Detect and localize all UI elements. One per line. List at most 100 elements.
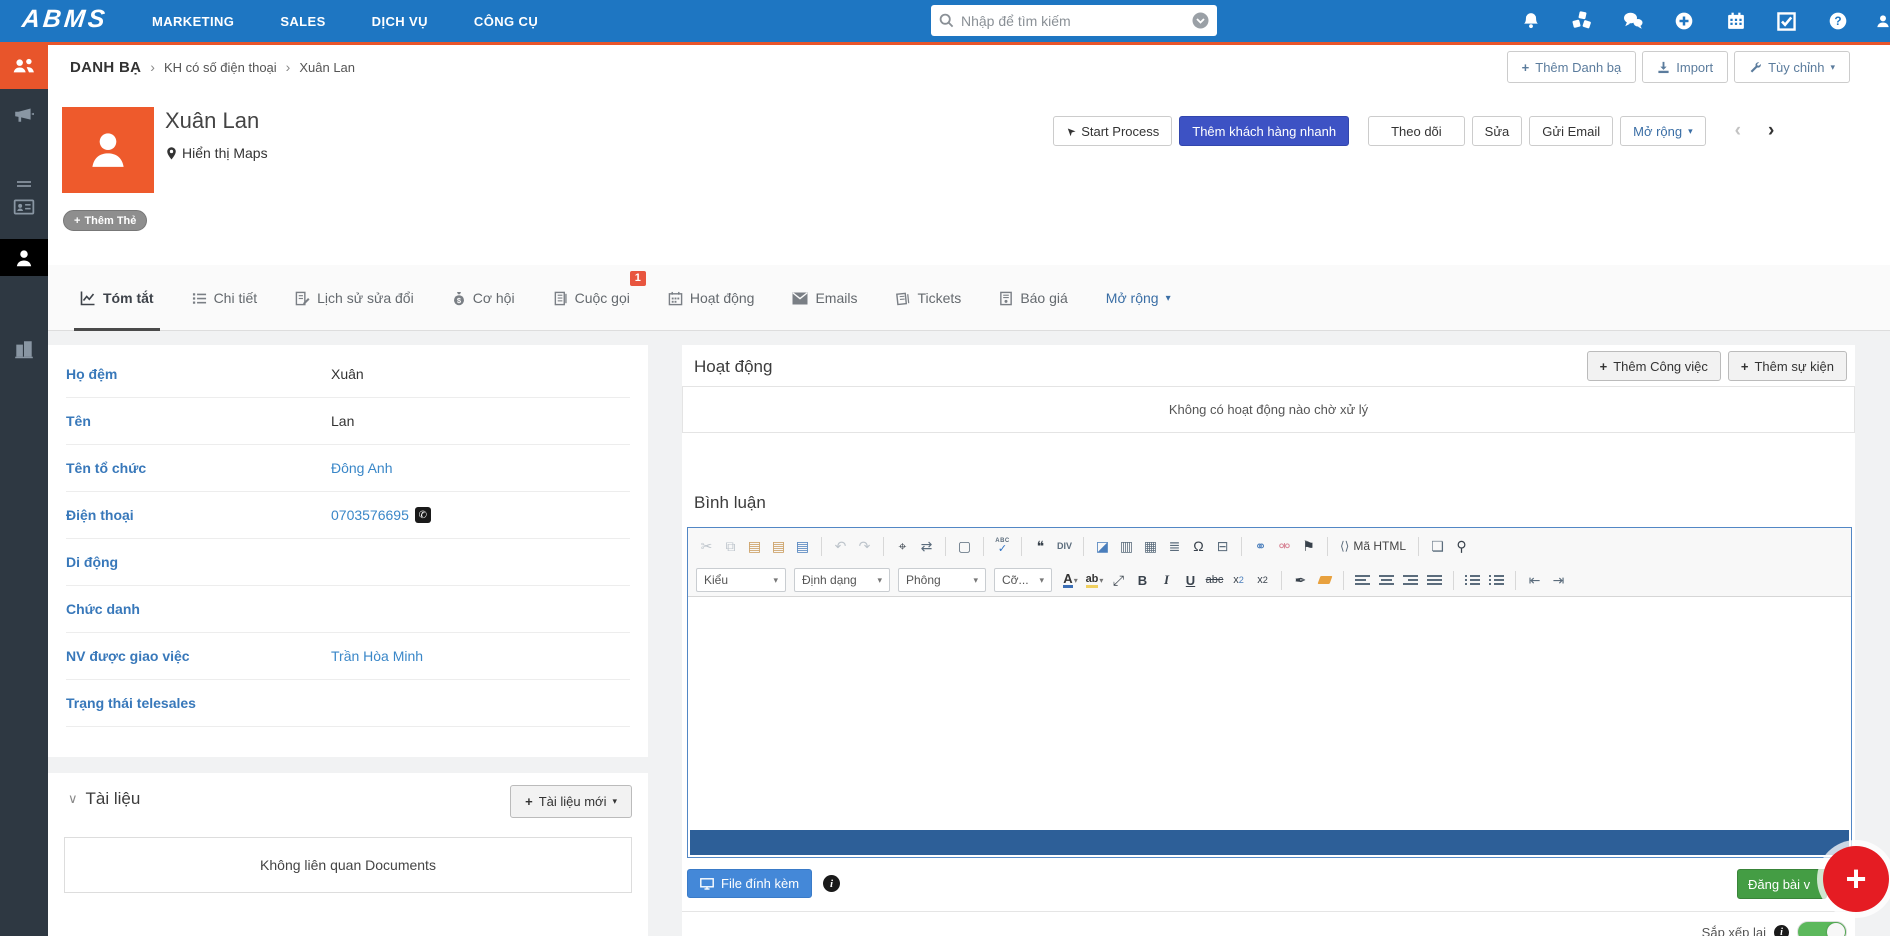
tab-cuoc-goi[interactable]: Cuộc gọi 1: [553, 265, 630, 331]
format-painter-icon[interactable]: ✒: [1290, 569, 1311, 591]
previous-record-button[interactable]: ‹: [1725, 120, 1751, 142]
bell-icon[interactable]: [1518, 8, 1544, 34]
style-dropdown[interactable]: Kiểu▾: [696, 568, 786, 592]
superscript-icon[interactable]: x2: [1252, 569, 1273, 591]
templates-icon[interactable]: ❏: [1427, 535, 1448, 557]
select-all-icon[interactable]: ▢: [954, 535, 975, 557]
tab-hoat-dong[interactable]: Hoạt động: [668, 265, 755, 331]
phone-link[interactable]: 0703576695: [331, 507, 409, 523]
send-email-button[interactable]: Gửi Email: [1529, 116, 1613, 146]
add-event-button[interactable]: + Thêm sự kiện: [1728, 351, 1847, 381]
link-icon[interactable]: ⚭: [1250, 535, 1271, 557]
menu-dich-vu[interactable]: DỊCH VỤ: [372, 14, 428, 29]
tasks-check-icon[interactable]: [1774, 8, 1800, 34]
strikethrough-icon[interactable]: abc: [1204, 569, 1225, 591]
italic-icon[interactable]: I: [1156, 569, 1177, 591]
iframe-icon[interactable]: ▥: [1116, 535, 1137, 557]
organization-link[interactable]: Đông Anh: [331, 460, 393, 476]
menu-cong-cu[interactable]: CÔNG CỤ: [474, 14, 538, 29]
tab-mo-rong[interactable]: Mở rộng ▾: [1106, 265, 1171, 331]
preview-icon[interactable]: ⚲: [1451, 535, 1472, 557]
tab-emails[interactable]: Emails: [792, 265, 857, 331]
spellcheck-icon[interactable]: ABC✓: [992, 535, 1013, 557]
search-scope-chevron-icon[interactable]: [1192, 12, 1209, 29]
copy-icon[interactable]: ⧉: [720, 535, 741, 557]
apps-cubes-icon[interactable]: [1569, 8, 1595, 34]
div-container-icon[interactable]: DIV: [1054, 535, 1075, 557]
remove-format-icon[interactable]: [1314, 569, 1335, 591]
page-break-icon[interactable]: ⊟: [1212, 535, 1233, 557]
floating-add-button[interactable]: +: [1823, 846, 1889, 912]
redo-icon[interactable]: ↷: [854, 535, 875, 557]
comment-textarea[interactable]: [688, 597, 1851, 828]
tab-tickets[interactable]: Tickets: [895, 265, 961, 331]
assignee-link[interactable]: Trần Hòa Minh: [331, 648, 423, 664]
indent-icon[interactable]: ⇥: [1548, 569, 1569, 591]
align-center-icon[interactable]: [1376, 569, 1397, 591]
paste-from-word-icon[interactable]: ▤: [792, 535, 813, 557]
breadcrumb-item-record[interactable]: Xuân Lan: [299, 60, 355, 75]
image-icon[interactable]: ◪: [1092, 535, 1113, 557]
tab-bao-gia[interactable]: Báo giá: [999, 265, 1067, 331]
bold-icon[interactable]: B: [1132, 569, 1153, 591]
menu-marketing[interactable]: MARKETING: [152, 14, 234, 29]
add-contact-button[interactable]: + Thêm Danh bạ: [1507, 51, 1637, 83]
chat-icon[interactable]: [1620, 8, 1646, 34]
add-document-button[interactable]: + Tài liệu mới ▾: [510, 785, 632, 818]
tab-chi-tiet[interactable]: Chi tiết: [192, 265, 258, 331]
anchor-flag-icon[interactable]: ⚑: [1298, 535, 1319, 557]
special-char-icon[interactable]: Ω: [1188, 535, 1209, 557]
background-color-icon[interactable]: ab▾: [1084, 569, 1105, 591]
menu-sales[interactable]: SALES: [280, 14, 325, 29]
import-button[interactable]: Import: [1642, 51, 1728, 83]
paste-icon[interactable]: ▤: [744, 535, 765, 557]
post-comment-button[interactable]: Đăng bài v: [1737, 869, 1827, 899]
follow-button[interactable]: Theo dõi: [1368, 116, 1465, 146]
font-size-dropdown[interactable]: Cỡ...▾: [994, 568, 1052, 592]
unlink-icon[interactable]: ⚮: [1274, 535, 1295, 557]
call-icon[interactable]: ✆: [415, 507, 431, 523]
undo-icon[interactable]: ↶: [830, 535, 851, 557]
unordered-list-icon[interactable]: [1486, 569, 1507, 591]
format-dropdown[interactable]: Định dạng▾: [794, 568, 890, 592]
next-record-button[interactable]: ›: [1758, 120, 1784, 142]
subscript-icon[interactable]: x2: [1228, 569, 1249, 591]
html-source-button[interactable]: ⟨⟩ Mã HTML: [1336, 539, 1410, 553]
sidebar-item-organizations[interactable]: [0, 338, 48, 360]
paste-as-text-icon[interactable]: ▤: [768, 535, 789, 557]
tab-tom-tat[interactable]: Tóm tắt: [80, 265, 154, 331]
align-justify-icon[interactable]: [1424, 569, 1445, 591]
sidebar-item-campaigns[interactable]: [0, 103, 48, 125]
replace-icon[interactable]: ⇄: [916, 535, 937, 557]
attach-file-button[interactable]: File đính kèm: [687, 869, 812, 898]
breadcrumb-module[interactable]: DANH BẠ: [70, 59, 141, 76]
record-avatar[interactable]: [62, 107, 154, 193]
tab-lich-su-sua-doi[interactable]: Lịch sử sửa đổi: [295, 265, 414, 331]
help-icon[interactable]: ?: [1825, 8, 1851, 34]
search-input[interactable]: [961, 13, 1192, 29]
ordered-list-icon[interactable]: [1462, 569, 1483, 591]
calendar-icon[interactable]: [1723, 8, 1749, 34]
start-process-button[interactable]: ➤ Start Process: [1053, 116, 1172, 146]
app-logo[interactable]: ABMS: [20, 5, 109, 34]
show-maps-link[interactable]: Hiển thị Maps: [165, 145, 268, 161]
underline-icon[interactable]: U: [1180, 569, 1201, 591]
table-icon[interactable]: ▦: [1140, 535, 1161, 557]
more-actions-button[interactable]: Mở rộng ▾: [1620, 116, 1706, 146]
horizontal-rule-icon[interactable]: ≣: [1164, 535, 1185, 557]
plus-circle-icon[interactable]: [1671, 8, 1697, 34]
add-tag-button[interactable]: + Thêm Thẻ: [63, 210, 147, 231]
quick-add-customer-button[interactable]: Thêm khách hàng nhanh: [1179, 116, 1349, 146]
blockquote-icon[interactable]: ❝: [1030, 535, 1051, 557]
customize-button[interactable]: Tùy chỉnh ▾: [1734, 51, 1850, 83]
outdent-icon[interactable]: ⇤: [1524, 569, 1545, 591]
find-icon[interactable]: ⌖: [892, 535, 913, 557]
tab-co-hoi[interactable]: $ Cơ hội: [452, 265, 515, 331]
align-right-icon[interactable]: [1400, 569, 1421, 591]
sort-toggle[interactable]: [1797, 921, 1847, 936]
cut-icon[interactable]: ✂: [696, 535, 717, 557]
edit-button[interactable]: Sửa: [1472, 116, 1523, 146]
align-left-icon[interactable]: [1352, 569, 1373, 591]
add-task-button[interactable]: + Thêm Công việc: [1587, 351, 1721, 381]
sidebar-contacts-module[interactable]: [0, 45, 48, 89]
